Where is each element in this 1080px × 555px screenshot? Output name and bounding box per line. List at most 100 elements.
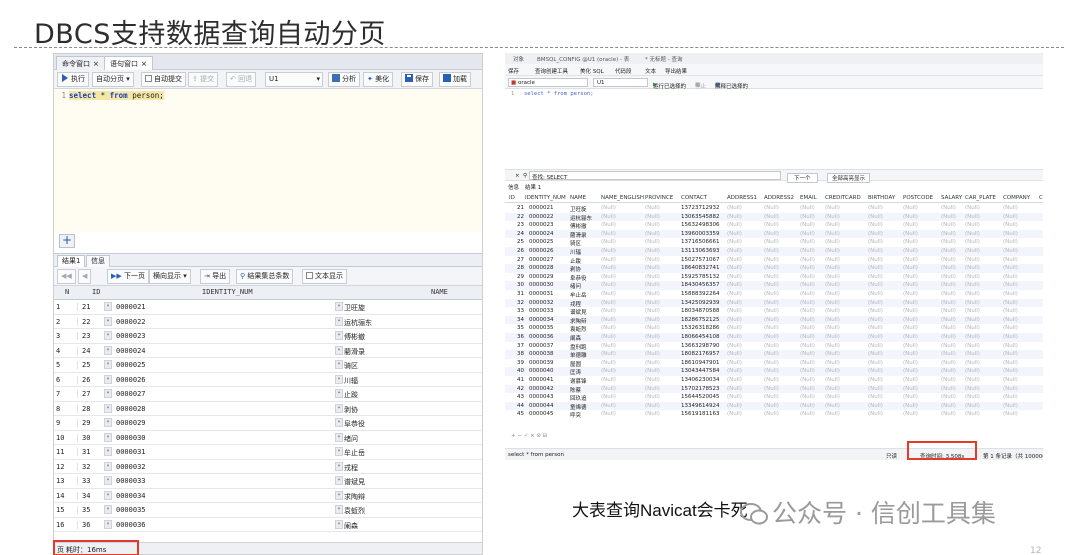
table-row[interactable]: 14 34 0000034 求陶辩 ▾ ▾ <box>54 489 482 503</box>
execute-button[interactable]: 执行 <box>57 72 89 87</box>
cell-dropdown-icon[interactable]: ▾ <box>335 316 343 326</box>
table-row[interactable]: 22 0000022 运杭骊东 (Null) (Null) 13063545882 (Nul… <box>505 212 1043 222</box>
next-page-button[interactable]: ▶▶ 下一页 <box>107 269 150 284</box>
export-result-button[interactable]: 导出结果 <box>665 67 687 75</box>
cell-dropdown-icon[interactable]: ▾ <box>335 519 343 529</box>
cell-dropdown-icon[interactable]: ▾ <box>335 331 343 340</box>
tab-result1[interactable]: 结果 1 <box>525 183 541 191</box>
column-header[interactable]: NAME <box>431 288 448 296</box>
column-header[interactable]: SALARY <box>941 195 962 201</box>
close-icon[interactable]: × <box>141 60 147 68</box>
beautify-sql-button[interactable]: 美化 SQL <box>580 67 604 75</box>
column-header[interactable]: CREDITCARD <box>825 195 861 201</box>
rollback-button[interactable]: ↶ 回退 <box>226 72 257 87</box>
tab-command-window[interactable]: 命令窗口 × <box>56 56 105 70</box>
table-row[interactable]: 5 25 0000025 骑区 ▾ ▾ <box>54 358 482 373</box>
table-row[interactable]: 35 0000035 袁蚯烈 (Null) (Null) 15326318286 (Null… <box>505 324 1043 333</box>
tab-info[interactable]: 信息 <box>508 183 519 191</box>
cell-dropdown-icon[interactable]: ▾ <box>104 505 112 514</box>
table-row[interactable]: 43 0000043 回玖追 (Null) (Null) 15644520045 (Null… <box>505 393 1043 402</box>
table-row[interactable]: 24 0000024 藺滑录 (Null) (Null) 13960003359 (Null… <box>505 229 1043 239</box>
cell-dropdown-icon[interactable]: ▾ <box>335 374 343 384</box>
column-header[interactable]: ADDRESS2 <box>764 195 794 201</box>
table-row[interactable]: 45 0000045 呼突 (Null) (Null) 15619181163 (Null)… <box>505 410 1043 419</box>
schema-select[interactable]: U1 ▾ <box>265 72 323 87</box>
cell-dropdown-icon[interactable]: ▾ <box>104 432 112 442</box>
tab-info[interactable]: 信息 <box>86 255 110 267</box>
table-row[interactable]: 8 28 0000028 剥协 ▾ ▾ <box>54 402 482 416</box>
close-icon[interactable]: × <box>93 60 99 68</box>
cell-dropdown-icon[interactable]: ▾ <box>104 490 112 500</box>
load-button[interactable]: 加载 <box>439 72 471 87</box>
table-row[interactable]: 32 0000032 戎程 (Null) (Null) 13425092939 (Null)… <box>505 298 1043 308</box>
column-header[interactable]: ID <box>509 195 515 201</box>
text-button[interactable]: 文本 <box>645 67 656 75</box>
table-row[interactable]: 15 35 0000035 袁蚯烈 ▾ ▾ <box>54 503 482 518</box>
cell-dropdown-icon[interactable]: ▾ <box>104 418 112 427</box>
table-row[interactable]: 10 30 0000030 绪问 ▾ ▾ <box>54 431 482 445</box>
cell-dropdown-icon[interactable]: ▾ <box>335 302 343 311</box>
table-row[interactable]: 1 21 0000021 卫旺旋 ▾ ▾ <box>54 300 482 315</box>
table-row[interactable]: 4 24 0000024 藺滑录 ▾ ▾ <box>54 344 482 358</box>
cell-dropdown-icon[interactable]: ▾ <box>104 316 112 326</box>
cell-dropdown-icon[interactable]: ▾ <box>104 389 112 398</box>
tab-objects[interactable]: 对象 <box>513 55 524 63</box>
table-row[interactable]: 9 29 0000029 阜恭役 ▾ ▾ <box>54 416 482 431</box>
cell-dropdown-icon[interactable]: ▾ <box>104 519 112 529</box>
table-row[interactable]: 7 27 0000027 止踆 ▾ ▾ <box>54 387 482 402</box>
table-row[interactable]: 13 33 0000033 谱斌見 ▾ ▾ <box>54 474 482 489</box>
table-row[interactable]: 23 0000023 傅彬撤 (Null) (Null) 15632498306 (Null… <box>505 221 1043 230</box>
cell-dropdown-icon[interactable]: ▾ <box>104 476 112 485</box>
total-count-button[interactable]: ⚲ 结果集总条数 <box>236 269 294 284</box>
schema-select[interactable]: U1 <box>593 78 648 87</box>
table-row[interactable]: 21 0000021 卫旺旋 (Null) (Null) 13723712932 (Null… <box>505 204 1043 213</box>
column-header[interactable]: BIRTHDAY <box>868 195 895 201</box>
cell-dropdown-icon[interactable]: ▾ <box>335 490 343 500</box>
cell-dropdown-icon[interactable]: ▾ <box>335 389 343 398</box>
cell-dropdown-icon[interactable]: ▾ <box>335 476 343 485</box>
table-row[interactable]: 31 0000031 牟止岳 (Null) (Null) 15888392264 (Null… <box>505 290 1043 299</box>
column-header[interactable]: PROVINCE <box>645 195 673 201</box>
tab-result1[interactable]: 结果1 <box>57 255 86 267</box>
prev-page-button[interactable]: ◀ <box>78 269 92 284</box>
cell-dropdown-icon[interactable]: ▾ <box>104 331 112 340</box>
column-header[interactable]: ID <box>92 288 100 296</box>
cell-dropdown-icon[interactable]: ▾ <box>104 345 112 355</box>
cell-dropdown-icon[interactable]: ▾ <box>104 447 112 456</box>
sql-editor[interactable]: 1 select * from person; <box>54 89 482 232</box>
table-row[interactable]: 39 0000039 屋圆 (Null) (Null) 18610947901 (Null)… <box>505 359 1043 368</box>
view-mode-select[interactable]: 横向显示 ▾ <box>149 269 191 284</box>
table-row[interactable]: 41 0000041 谢慕锋 (Null) (Null) 13406230034 (Null… <box>505 376 1043 385</box>
connection-select[interactable]: ■ oracle <box>508 78 588 87</box>
cell-dropdown-icon[interactable]: ▾ <box>104 360 112 369</box>
table-row[interactable]: 11 31 0000031 牟止岳 ▾ ▾ <box>54 445 482 460</box>
table-row[interactable]: 30 0000030 绪问 (Null) (Null) 18430456357 (Null)… <box>505 281 1043 290</box>
table-row[interactable]: 37 0000037 盘刑跑 (Null) (Null) 13663298790 (Null… <box>505 342 1043 351</box>
column-header[interactable]: NAME_ENGLISH <box>601 195 644 201</box>
table-row[interactable]: 40 0000040 匡涛 (Null) (Null) 13043447584 (Null)… <box>505 367 1043 376</box>
table-row[interactable]: 3 23 0000023 傅彬撤 ▾ ▾ <box>54 329 482 344</box>
table-row[interactable]: 26 0000026 川辐 (Null) (Null) 13113063693 (Null)… <box>505 247 1043 256</box>
table-row[interactable]: 33 0000033 谱斌見 (Null) (Null) 18034870588 (Null… <box>505 307 1043 316</box>
table-row[interactable]: 38 0000038 单德雕 (Null) (Null) 18082176957 (Null… <box>505 350 1043 359</box>
column-header[interactable]: COMPANY <box>1003 195 1030 201</box>
cell-dropdown-icon[interactable]: ▾ <box>335 345 343 355</box>
add-result-button[interactable]: + <box>59 234 75 248</box>
table-row[interactable]: 44 0000044 童烯德 (Null) (Null) 13349614924 (Null… <box>505 401 1043 411</box>
table-row[interactable]: 36 0000036 阑森 (Null) (Null) 18066454108 (Null)… <box>505 333 1043 342</box>
cell-dropdown-icon[interactable]: ▾ <box>335 447 343 456</box>
column-header[interactable]: IDENTITY_NUM <box>525 195 566 201</box>
tab-statement-window[interactable]: 语句窗口 × <box>104 56 153 70</box>
table-row[interactable]: 25 0000025 骑区 (Null) (Null) 13716506661 (Null)… <box>505 238 1043 247</box>
table-row[interactable]: 16 36 0000036 阑森 ▾ ▾ <box>54 518 482 532</box>
column-header[interactable]: ADDRESS1 <box>727 195 757 201</box>
commit-button[interactable]: ⇪ 提交 <box>188 72 219 87</box>
cell-dropdown-icon[interactable]: ▾ <box>104 403 112 413</box>
cell-dropdown-icon[interactable]: ▾ <box>335 403 343 413</box>
column-header[interactable]: N <box>65 288 69 296</box>
cell-dropdown-icon[interactable]: ▾ <box>335 418 343 427</box>
text-view-checkbox[interactable]: 文本显示 <box>302 269 347 284</box>
column-header[interactable]: NAME <box>570 195 586 201</box>
column-header[interactable]: C <box>1039 195 1043 201</box>
cell-dropdown-icon[interactable]: ▾ <box>335 461 343 471</box>
